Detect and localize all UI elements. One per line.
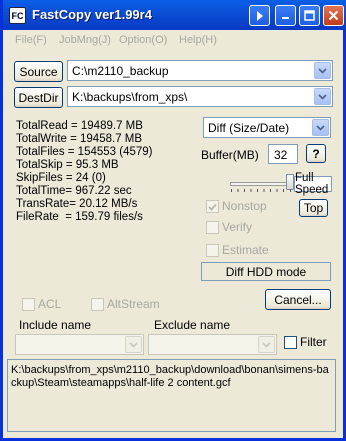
stat-skip-files: SkipFiles = 24 (0) — [16, 172, 106, 184]
verify-checkbox[interactable] — [206, 221, 219, 234]
destdir-dropdown-arrow[interactable] — [314, 88, 331, 105]
maximize-icon — [304, 10, 315, 21]
stat-total-write: TotalWrite = 19458.7 MB — [16, 133, 143, 145]
estimate-checkbox[interactable] — [206, 244, 219, 257]
close-button[interactable] — [323, 5, 344, 26]
stat-trans-rate: TransRate= 20.12 MB/s — [16, 198, 138, 210]
filter-label: Filter — [300, 335, 327, 349]
stat-total-files: TotalFiles = 154553 (4579) — [16, 146, 153, 158]
chevron-down-icon — [318, 93, 327, 100]
chevron-down-icon — [316, 124, 325, 131]
copy-mode-select[interactable]: Diff (Size/Date) — [203, 117, 331, 138]
top-button[interactable]: Top — [299, 199, 328, 217]
buffer-help-button[interactable]: ? — [306, 144, 326, 163]
chevron-down-icon — [262, 341, 271, 348]
close-icon — [328, 10, 339, 21]
include-name-combo[interactable] — [15, 334, 144, 355]
stat-total-time: TotalTime= 967.22 sec — [16, 185, 132, 197]
source-path-combo[interactable]: C:\m2110_backup — [67, 60, 333, 81]
menu-jobmng[interactable]: JobMng(J) — [59, 34, 111, 46]
menu-option[interactable]: Option(O) — [119, 34, 167, 46]
stat-total-skip: TotalSkip = 95.3 MB — [16, 159, 119, 171]
cancel-button[interactable]: Cancel... — [265, 289, 331, 310]
speed-level-label: Full Speed — [294, 172, 332, 196]
source-path-value: C:\m2110_backup — [72, 64, 169, 78]
play-icon — [256, 10, 263, 21]
menu-file[interactable]: File(F) — [15, 34, 47, 46]
nonstop-label: Nonstop — [222, 199, 267, 213]
chevron-down-icon — [318, 67, 327, 74]
speed-slider-track[interactable] — [230, 182, 292, 186]
acl-label: ACL — [38, 297, 62, 311]
fastcopy-app-icon[interactable]: FC — [9, 7, 26, 24]
diff-hdd-mode-status: Diff HDD mode — [201, 262, 331, 281]
nonstop-checkbox[interactable] — [206, 200, 219, 213]
buffer-label: Buffer(MB) — [201, 148, 259, 162]
acl-checkbox[interactable] — [22, 298, 35, 311]
checkmark-icon — [208, 203, 217, 211]
speed-slider-thumb[interactable] — [286, 174, 294, 190]
destdir-path-value: K:\backups\from_xps\ — [72, 90, 188, 104]
filter-checkbox[interactable] — [284, 336, 297, 349]
copy-mode-dropdown-arrow[interactable] — [312, 119, 329, 136]
help-title-button[interactable] — [249, 5, 270, 26]
exclude-name-label: Exclude name — [154, 318, 231, 332]
buffer-size-input[interactable]: 32 — [268, 144, 298, 164]
current-file-log[interactable]: K:\backups\from_xps\m2110_backup\downloa… — [7, 359, 336, 432]
menu-bar: File(F) JobMng(J) Option(O) Help(H) — [6, 30, 346, 50]
transfer-stats: TotalRead = 19489.7 MB TotalWrite = 19458… — [16, 120, 153, 224]
altstream-checkbox[interactable] — [91, 298, 104, 311]
verify-label: Verify — [222, 220, 253, 234]
exclude-name-combo[interactable] — [148, 334, 277, 355]
stat-total-read: TotalRead = 19489.7 MB — [16, 120, 143, 132]
menu-help[interactable]: Help(H) — [179, 34, 217, 46]
buffer-size-value: 32 — [274, 148, 288, 162]
destdir-path-combo[interactable]: K:\backups\from_xps\ — [67, 86, 333, 107]
minimize-icon — [282, 17, 289, 19]
source-button[interactable]: Source — [14, 61, 63, 82]
include-name-label: Include name — [19, 318, 92, 332]
altstream-label: AltStream — [107, 297, 160, 311]
estimate-label: Estimate — [222, 243, 269, 257]
minimize-button[interactable] — [275, 5, 296, 26]
speed-slider-ticks — [231, 189, 291, 192]
stat-file-rate: FileRate = 159.79 files/s — [16, 211, 143, 223]
chevron-down-icon — [129, 341, 138, 348]
exclude-dropdown-arrow[interactable] — [258, 336, 275, 353]
source-dropdown-arrow[interactable] — [314, 62, 331, 79]
destdir-button[interactable]: DestDir — [14, 87, 63, 108]
copy-mode-value: Diff (Size/Date) — [208, 121, 290, 135]
include-dropdown-arrow[interactable] — [125, 336, 142, 353]
title-bar[interactable]: FC FastCopy ver1.99r4 — [3, 0, 346, 30]
maximize-button[interactable] — [299, 5, 320, 26]
window-title: FastCopy ver1.99r4 — [32, 7, 152, 22]
